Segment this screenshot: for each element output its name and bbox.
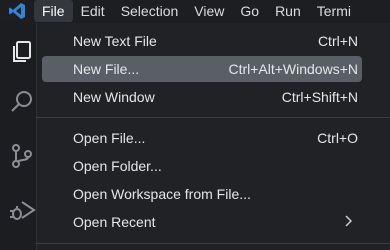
vscode-logo-icon — [0, 0, 34, 22]
menu-item-label: New Window — [73, 89, 155, 105]
menu-selection[interactable]: Selection — [113, 0, 187, 22]
menu-item-label: New File... — [73, 61, 140, 77]
menu-item-new-text-file[interactable]: New Text File Ctrl+N — [42, 28, 362, 54]
menu-item-shortcut: Ctrl+O — [317, 130, 358, 146]
menu-item-shortcut: Ctrl+N — [317, 33, 358, 49]
menu-separator — [36, 243, 390, 244]
menu-item-new-file[interactable]: New File... Ctrl+Alt+Windows+N — [42, 56, 362, 82]
menu-item-label: New Text File — [73, 33, 157, 49]
menu-go[interactable]: Go — [232, 0, 267, 22]
menu-item-label: Open Recent — [73, 214, 156, 230]
menu-terminal[interactable]: Termi — [309, 0, 359, 22]
source-control-icon[interactable] — [8, 142, 36, 170]
menu-item-label: Open File... — [73, 130, 146, 146]
menu-bar: File Edit Selection View Go Run Termi — [0, 0, 390, 22]
menu-item-open-recent[interactable]: Open Recent — [42, 209, 362, 235]
search-icon[interactable] — [8, 88, 36, 116]
menu-edit[interactable]: Edit — [73, 0, 113, 22]
menu-item-label: Open Workspace from File... — [73, 186, 251, 202]
menu-item-open-folder[interactable]: Open Folder... — [42, 153, 362, 179]
explorer-icon[interactable] — [8, 38, 36, 66]
menu-separator — [36, 117, 390, 118]
menu-item-label: Open Folder... — [73, 158, 162, 174]
menu-item-new-window[interactable]: New Window Ctrl+Shift+N — [42, 84, 362, 110]
menu-run[interactable]: Run — [267, 0, 309, 22]
menu-item-open-file[interactable]: Open File... Ctrl+O — [42, 125, 362, 151]
chevron-right-icon — [344, 214, 353, 230]
menu-view[interactable]: View — [186, 0, 232, 22]
menu-item-shortcut: Ctrl+Alt+Windows+N — [228, 61, 358, 77]
menu-file[interactable]: File — [34, 0, 73, 22]
menu-item-shortcut: Ctrl+Shift+N — [281, 89, 358, 105]
menu-item-open-workspace[interactable]: Open Workspace from File... — [42, 181, 362, 207]
run-debug-icon[interactable] — [8, 196, 36, 224]
